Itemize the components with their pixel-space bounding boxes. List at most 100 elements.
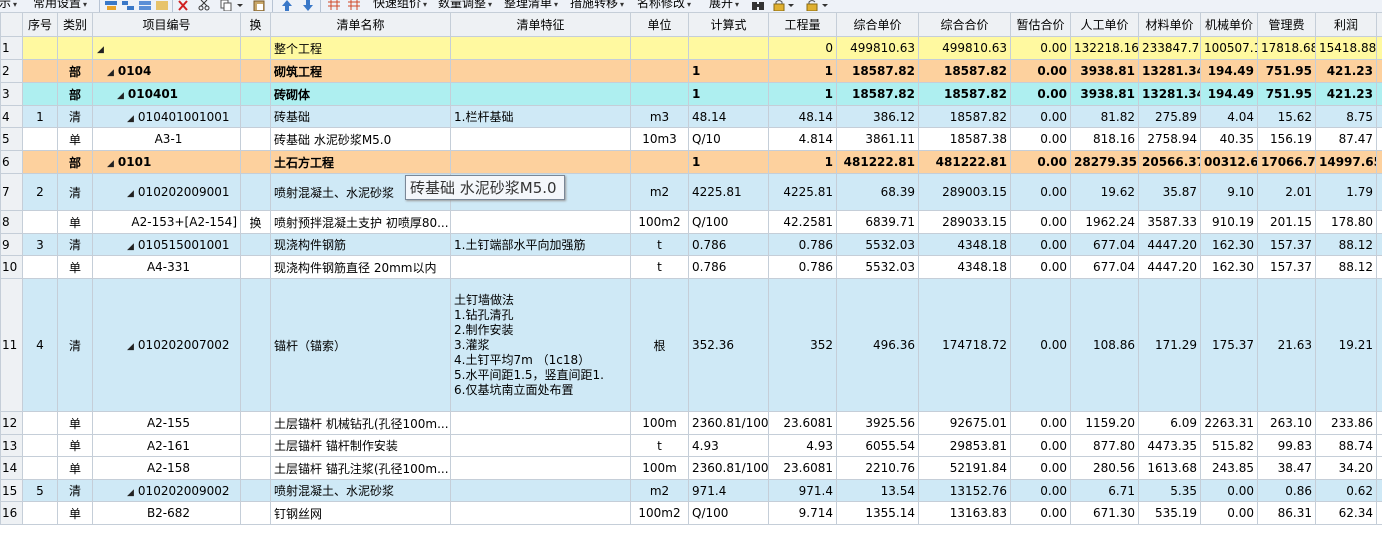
expand-toggle-icon[interactable]: ◢ — [127, 342, 134, 352]
sum-icon[interactable] — [155, 0, 169, 11]
cell-labor[interactable]: 877.80 — [1070, 434, 1139, 457]
cell-seq[interactable] — [22, 82, 58, 106]
cell-material[interactable]: 5.35 — [1138, 479, 1201, 502]
cell-substitute[interactable] — [240, 173, 271, 211]
cell-quantity[interactable]: 4.93 — [768, 434, 837, 457]
cell-labor[interactable]: 28279.35 — [1070, 150, 1139, 174]
cell-machinery[interactable]: 162.30 — [1200, 233, 1258, 256]
cell-seq[interactable] — [22, 456, 58, 480]
row-number[interactable]: 4 — [0, 105, 23, 128]
cell-estimated[interactable]: 0.00 — [1010, 434, 1071, 457]
cell-unit-price[interactable]: 481222.81 — [836, 150, 919, 174]
expand-toggle-icon[interactable]: ◢ — [127, 189, 134, 199]
cell-code[interactable]: A2-155 — [92, 411, 241, 435]
cell-seq[interactable]: 3 — [22, 233, 58, 256]
cell-material[interactable]: 13281.34 — [1138, 59, 1201, 83]
cell-unit-price[interactable]: 6839.71 — [836, 210, 919, 234]
cell-category[interactable]: 单 — [57, 127, 93, 151]
cell-profit[interactable]: 62.34 — [1315, 501, 1377, 525]
cell-category[interactable]: 单 — [57, 501, 93, 525]
cell-code[interactable]: ◢ — [92, 36, 241, 60]
cell-formula[interactable]: 48.14 — [688, 105, 769, 128]
cell-management[interactable]: 156.19 — [1257, 127, 1316, 151]
move-up-icon[interactable] — [281, 0, 293, 11]
cell-features[interactable]: 1.栏杆基础 — [450, 105, 631, 128]
cell-estimated[interactable]: 0.00 — [1010, 255, 1071, 279]
cell-substitute[interactable] — [240, 411, 271, 435]
row-number[interactable]: 6 — [0, 150, 23, 174]
cell-material[interactable]: 1613.68 — [1138, 456, 1201, 480]
cell-name[interactable]: 砖基础 水泥砂浆M5.0 — [270, 127, 451, 151]
cell-material[interactable]: 4473.35 — [1138, 434, 1201, 457]
cell-formula[interactable]: 4225.81 — [688, 173, 769, 211]
cell-total-price[interactable]: 18587.82 — [918, 82, 1011, 106]
cell-substitute[interactable] — [240, 36, 271, 60]
cell-unit-price[interactable]: 5532.03 — [836, 255, 919, 279]
cell-machinery[interactable]: 243.85 — [1200, 456, 1258, 480]
cell-total-price[interactable]: 13163.83 — [918, 501, 1011, 525]
expand-menu[interactable]: 展开 ▾ — [709, 0, 739, 11]
cell-labor[interactable]: 671.30 — [1070, 501, 1139, 525]
table-row[interactable]: 2 部 ◢ 0104 砌筑工程 1 1 18587.82 18587.82 0.00 3938.81… — [0, 59, 1382, 83]
cell-management[interactable]: 21.63 — [1257, 278, 1316, 412]
cell-features[interactable] — [450, 501, 631, 525]
cell-management[interactable]: 201.15 — [1257, 210, 1316, 234]
col-header-code[interactable]: 项目编号 — [92, 12, 241, 37]
cell-profit[interactable]: 88.12 — [1315, 255, 1377, 279]
cell-estimated[interactable]: 0.00 — [1010, 278, 1071, 412]
cell-unit[interactable] — [630, 82, 689, 106]
unlock-dropdown-icon[interactable] — [822, 0, 828, 11]
row-number[interactable]: 10 — [0, 255, 23, 279]
cell-total-price[interactable]: 13152.76 — [918, 479, 1011, 502]
cell-category[interactable]: 清 — [57, 233, 93, 256]
add-child-icon[interactable] — [121, 0, 135, 11]
row-number[interactable]: 12 — [0, 411, 23, 435]
table-row[interactable]: 16 单 B2-682 钉钢丝网 100m2 Q/100 9.714 1355.14 13163… — [0, 501, 1382, 525]
cell-code[interactable]: A2-153+[A2-154] — [92, 210, 241, 234]
find-icon[interactable] — [751, 0, 765, 11]
cell-features[interactable] — [450, 434, 631, 457]
cell-management[interactable]: 157.37 — [1257, 233, 1316, 256]
cell-seq[interactable]: 2 — [22, 173, 58, 211]
col-header-material[interactable]: 材料单价 — [1138, 12, 1201, 37]
cell-seq[interactable] — [22, 127, 58, 151]
cell-formula[interactable]: 1 — [688, 59, 769, 83]
cell-name[interactable]: 钉钢丝网 — [270, 501, 451, 525]
cell-unit-price[interactable]: 1355.14 — [836, 501, 919, 525]
cell-unit-price[interactable]: 2210.76 — [836, 456, 919, 480]
cell-management[interactable]: 157.37 — [1257, 255, 1316, 279]
cell-total-price[interactable]: 174718.72 — [918, 278, 1011, 412]
cell-profit[interactable]: 34.20 — [1315, 456, 1377, 480]
cell-estimated[interactable]: 0.00 — [1010, 456, 1071, 480]
cell-name[interactable]: 现浇构件钢筋 — [270, 233, 451, 256]
cell-features[interactable] — [450, 456, 631, 480]
cell-machinery[interactable]: 515.82 — [1200, 434, 1258, 457]
cell-seq[interactable] — [22, 36, 58, 60]
cell-profit[interactable]: 421.23 — [1315, 82, 1377, 106]
cell-substitute[interactable] — [240, 127, 271, 151]
cell-unit-price[interactable]: 18587.82 — [836, 82, 919, 106]
cell-quantity[interactable]: 0 — [768, 36, 837, 60]
cell-seq[interactable]: 5 — [22, 479, 58, 502]
col-header-estimated[interactable]: 暂估合价 — [1010, 12, 1071, 37]
cell-profit[interactable]: 14997.65 — [1315, 150, 1377, 174]
cell-name[interactable]: 砌筑工程 — [270, 59, 451, 83]
table-row[interactable]: 8 单 A2-153+[A2-154] 换喷射预拌混凝土支护 初喷厚80... 100m… — [0, 210, 1382, 234]
cell-total-price[interactable]: 92675.01 — [918, 411, 1011, 435]
cell-material[interactable]: 4447.20 — [1138, 233, 1201, 256]
cell-unit[interactable]: m2 — [630, 173, 689, 211]
cell-unit[interactable]: 100m2 — [630, 501, 689, 525]
cell-profit[interactable]: 87.47 — [1315, 127, 1377, 151]
cell-substitute[interactable] — [240, 501, 271, 525]
cell-category[interactable]: 清 — [57, 173, 93, 211]
cell-quantity[interactable]: 23.6081 — [768, 456, 837, 480]
cell-total-price[interactable]: 52191.84 — [918, 456, 1011, 480]
cell-formula[interactable]: Q/100 — [688, 210, 769, 234]
cell-code[interactable]: A3-1 — [92, 127, 241, 151]
cell-category[interactable]: 单 — [57, 456, 93, 480]
quantity-adjust-menu[interactable]: 数量调整 ▾ — [438, 0, 492, 11]
cell-features[interactable]: 1.土钉端部水平向加强筋 — [450, 233, 631, 256]
row-number[interactable]: 8 — [0, 210, 23, 234]
cell-profit[interactable]: 1.79 — [1315, 173, 1377, 211]
cell-category[interactable] — [57, 36, 93, 60]
